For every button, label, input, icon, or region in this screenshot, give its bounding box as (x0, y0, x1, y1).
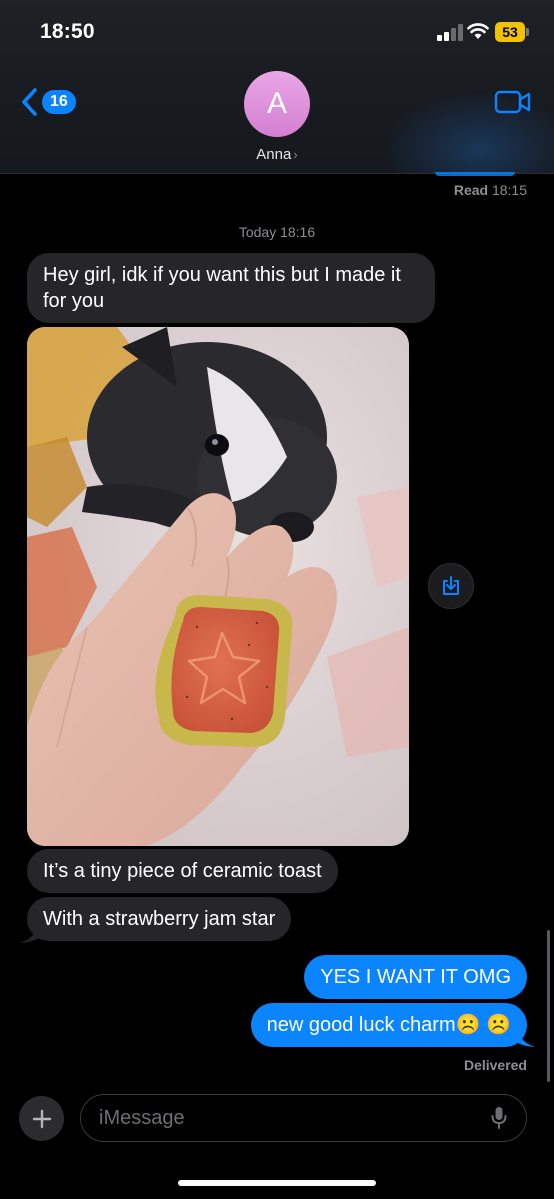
back-chevron-icon (22, 88, 37, 116)
wifi-icon (467, 23, 489, 39)
incoming-message[interactable]: It’s a tiny piece of ceramic toast (27, 849, 338, 893)
contact-name-label: Anna (256, 146, 292, 163)
incoming-message[interactable]: With a strawberry jam star (27, 897, 292, 941)
avatar[interactable]: A (244, 71, 310, 137)
outgoing-message[interactable]: YES I WANT IT OMG (304, 955, 527, 999)
previous-outgoing-bubble-edge (435, 172, 515, 176)
add-attachment-button[interactable] (19, 1096, 64, 1141)
conversation-header: 18:50 53 16 A Anna › (0, 0, 554, 174)
incoming-message[interactable]: Hey girl, idk if you want this but I mad… (27, 253, 435, 323)
photo-content (27, 327, 409, 846)
delivered-status: Delivered (463, 1057, 527, 1073)
battery-indicator: 53 (495, 22, 529, 42)
attached-photo[interactable] (27, 327, 409, 846)
bubble-tail (20, 926, 40, 943)
unread-count-badge: 16 (42, 90, 76, 114)
message-input[interactable]: iMessage (80, 1094, 527, 1142)
outgoing-message[interactable]: new good luck charm☹️ ☹️ (250, 1003, 527, 1047)
home-indicator[interactable] (178, 1180, 376, 1186)
back-button[interactable]: 16 (20, 86, 76, 118)
scrollbar[interactable] (547, 930, 550, 1082)
read-receipt: Read 18:15 (454, 182, 527, 198)
video-camera-icon[interactable] (494, 89, 532, 115)
signal-icon (437, 24, 463, 41)
battery-level: 53 (495, 22, 525, 42)
read-receipt-label: Read (453, 182, 489, 198)
chevron-right-icon: › (293, 147, 298, 162)
save-button[interactable] (428, 563, 474, 609)
save-icon (443, 576, 459, 595)
bubble-tail (515, 1030, 535, 1047)
contact-name[interactable]: Anna › (0, 146, 554, 163)
plus-icon (32, 1109, 51, 1128)
message-timestamp: Today 18:16 (238, 224, 316, 240)
microphone-icon[interactable] (490, 1106, 508, 1130)
status-time: 18:50 (40, 20, 95, 43)
read-receipt-time: 18:15 (491, 182, 527, 198)
